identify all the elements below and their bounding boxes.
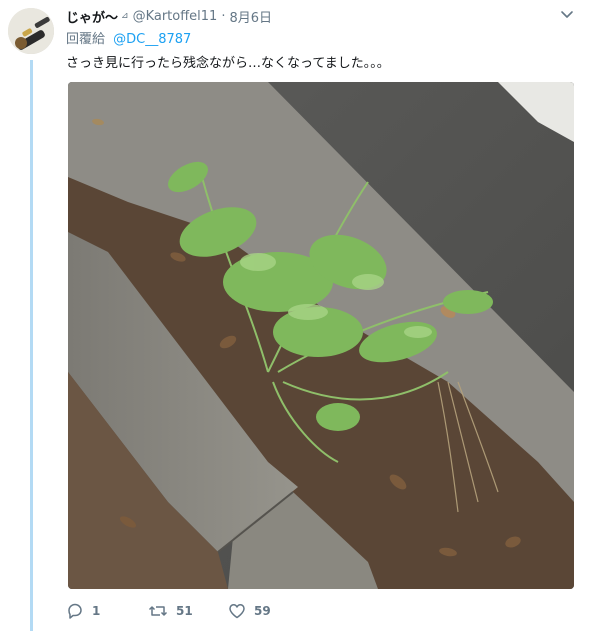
- display-name[interactable]: じゃが〜: [66, 7, 118, 26]
- like-count: 59: [254, 604, 271, 618]
- tweet-text: さっき見に行ったら残念ながら…なくなってました。。。: [66, 56, 390, 71]
- reply-action[interactable]: 1: [66, 602, 100, 620]
- retweet-action[interactable]: 51: [148, 602, 193, 620]
- avatar[interactable]: [8, 8, 54, 54]
- user-handle[interactable]: @Kartoffel11: [133, 9, 218, 24]
- reply-icon[interactable]: [66, 602, 84, 620]
- retweet-count: 51: [176, 604, 193, 618]
- avatar-image: [8, 8, 54, 54]
- heart-icon[interactable]: [228, 602, 246, 620]
- thread-line: [30, 60, 33, 631]
- tweet: じゃが〜 ⊿ @Kartoffel11 · 8月6日 回覆給 @DC__8787…: [0, 0, 600, 631]
- reply-context: 回覆給 @DC__8787: [66, 28, 191, 47]
- tweet-header: じゃが〜 ⊿ @Kartoffel11 · 8月6日: [66, 6, 272, 26]
- separator-dot: ·: [221, 8, 226, 24]
- like-action[interactable]: 59: [228, 602, 271, 620]
- reply-mention-link[interactable]: @DC__8787: [113, 32, 191, 47]
- reply-label: 回覆給: [66, 32, 106, 47]
- reply-count: 1: [92, 604, 101, 618]
- tweet-photo[interactable]: [68, 82, 574, 589]
- tweet-timestamp[interactable]: 8月6日: [229, 7, 272, 26]
- retweet-icon[interactable]: [148, 602, 168, 620]
- weed-curb-photo: [68, 82, 574, 589]
- name-badge: ⊿: [121, 11, 129, 21]
- chevron-down-icon[interactable]: [560, 8, 574, 22]
